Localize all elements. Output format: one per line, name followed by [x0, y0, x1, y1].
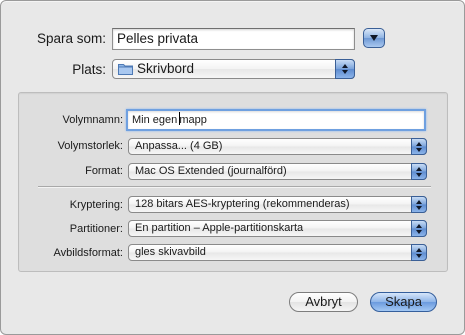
- format-value: Mac OS Extended (journalförd): [135, 165, 287, 177]
- options-separator: [38, 186, 431, 188]
- image-format-value: gles skivavbild: [135, 246, 206, 258]
- stepper-arrows-icon: [411, 244, 427, 261]
- volume-name-field[interactable]: Min egen mapp: [126, 109, 426, 131]
- format-label: Format:: [85, 165, 123, 177]
- cancel-button[interactable]: Avbryt: [289, 292, 358, 312]
- volume-size-popup[interactable]: Anpassa... (4 GB): [128, 138, 427, 155]
- disclosure-triangle-icon: [370, 35, 378, 41]
- volume-name-text-after: mapp: [179, 114, 207, 126]
- stepper-arrows-icon: [411, 163, 427, 180]
- location-label: Plats:: [72, 62, 106, 77]
- location-value: Skrivbord: [137, 61, 195, 76]
- volume-size-value: Anpassa... (4 GB): [135, 140, 223, 152]
- folder-icon: [118, 64, 133, 75]
- volume-name-label: Volymnamn:: [62, 114, 123, 126]
- volume-name-text-before: Min egen: [132, 114, 181, 126]
- expand-dialog-button[interactable]: [363, 28, 385, 48]
- image-format-popup[interactable]: gles skivavbild: [128, 244, 427, 261]
- location-stepper-icon: [335, 59, 355, 79]
- encryption-popup[interactable]: 128 bitars AES-kryptering (rekommenderas…: [128, 196, 427, 213]
- format-popup[interactable]: Mac OS Extended (journalförd): [128, 163, 427, 180]
- stepper-arrows-icon: [411, 138, 427, 155]
- image-format-label: Avbildsformat:: [53, 247, 124, 259]
- location-popup[interactable]: Skrivbord: [112, 59, 355, 79]
- partitions-label: Partitioner:: [69, 223, 123, 235]
- encryption-label: Kryptering:: [69, 199, 123, 211]
- stepper-arrows-icon: [411, 220, 427, 237]
- encryption-value: 128 bitars AES-kryptering (rekommenderas…: [135, 198, 350, 210]
- save-as-label: Spara som:: [36, 31, 106, 46]
- partitions-value: En partition – Apple-partitionskarta: [135, 222, 304, 234]
- partitions-popup[interactable]: En partition – Apple-partitionskarta: [128, 220, 427, 237]
- volume-size-label: Volymstorlek:: [57, 140, 123, 152]
- save-dialog: Spara som: Pelles privata Plats: Skrivbo…: [0, 0, 465, 335]
- create-button[interactable]: Skapa: [370, 292, 437, 312]
- save-as-field[interactable]: Pelles privata: [112, 28, 355, 50]
- stepper-arrows-icon: [411, 196, 427, 213]
